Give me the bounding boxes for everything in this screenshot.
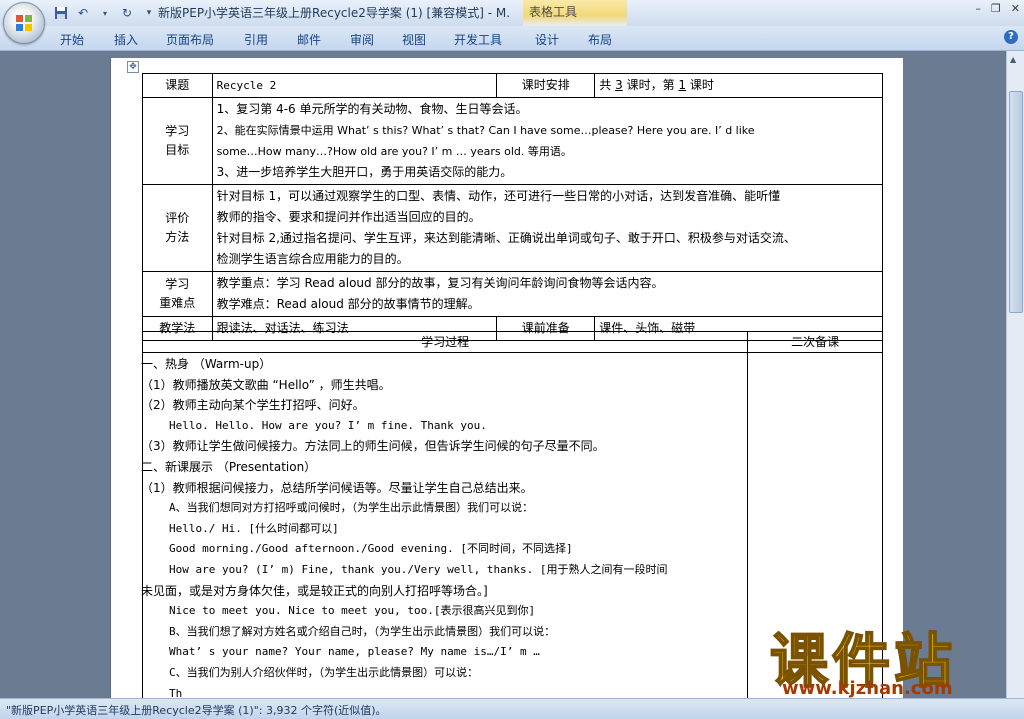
- minimize-button[interactable]: –: [975, 2, 981, 15]
- key-points-content[interactable]: 教学重点：学习 Read aloud 部分的故事，复习有关询问年龄询问食物等会话…: [211, 271, 884, 317]
- process-line: 二、新课展示 （Presentation）: [141, 459, 317, 474]
- process-line: How are you? (I’ m) Fine, thank you./Ver…: [169, 562, 668, 576]
- save-icon[interactable]: [52, 4, 70, 22]
- undo-icon[interactable]: ↶: [74, 4, 92, 22]
- title-bar: ↶ ▾ ↻ ▾ 新版PEP小学英语三年级上册Recycle2导学案 (1) [兼…: [0, 0, 1024, 27]
- process-line: Hello./ Hi. [什么时间都可以]: [169, 521, 339, 535]
- table-tools-context-tab: 表格工具: [523, 0, 627, 26]
- tab-developer[interactable]: 开发工具: [454, 31, 502, 48]
- process-line: Nice to meet you. Nice to meet you, too.…: [169, 604, 536, 618]
- process-line: Good morning./Good afternoon./Good eveni…: [169, 542, 573, 556]
- ribbon-tab-bar: 开始 插入 页面布局 引用 邮件 审阅 视图 开发工具 设计 布局 ?: [0, 26, 1024, 51]
- table-tools-label: 表格工具: [529, 5, 578, 19]
- status-text: "新版PEP小学英语三年级上册Recycle2导学案 (1)": 3,932 个…: [6, 704, 387, 717]
- tab-references[interactable]: 引用: [244, 31, 268, 48]
- goals-content[interactable]: 1、复习第 4-6 单元所学的有关动物、食物、生日等会话。 2、能在实际情景中运…: [211, 97, 884, 185]
- vertical-scrollbar[interactable]: ▲: [1006, 51, 1024, 698]
- evaluation-content[interactable]: 针对目标 1，可以通过观察学生的口型、表情、动作，还可进行一些日常的小对话，达到…: [211, 184, 884, 272]
- process-line: （1）教师根据问候接力，总结所学问候语等。尽量让学生自己总结出来。: [141, 480, 533, 495]
- process-line: B、当我们想了解对方姓名或介绍自己时，（为学生出示此情景图）我们可以说：: [169, 624, 556, 638]
- customize-qat-icon[interactable]: ▾: [140, 4, 158, 22]
- process-line: 未见面，或是对方身体欠佳，或是较正式的向别人打招呼等场合。]: [141, 583, 488, 598]
- topic-label: 课题: [142, 73, 213, 98]
- process-line: C、当我们为别人介绍伙伴时，（为学生出示此情景图）可以说：: [169, 665, 479, 679]
- tab-review[interactable]: 审阅: [350, 31, 374, 48]
- tab-insert[interactable]: 插入: [114, 31, 138, 48]
- close-button[interactable]: ✕: [1011, 2, 1020, 15]
- goals-label: 学习 目标: [142, 97, 213, 185]
- key-points-label: 学习 重难点: [142, 271, 213, 317]
- second-prep-header: 二次备课: [747, 331, 883, 353]
- restore-button[interactable]: ❐: [991, 2, 1001, 15]
- window-title: 新版PEP小学英语三年级上册Recycle2导学案 (1) [兼容模式] - M…: [158, 6, 511, 20]
- tab-page-layout[interactable]: 页面布局: [166, 31, 214, 48]
- topic-value[interactable]: Recycle 2: [211, 73, 498, 98]
- evaluation-label: 评价 方法: [142, 184, 213, 272]
- scroll-thumb[interactable]: [1009, 91, 1023, 313]
- tab-layout[interactable]: 布局: [588, 31, 612, 48]
- table-move-handle-icon[interactable]: ✥: [127, 61, 139, 73]
- redo-icon[interactable]: ↻: [118, 4, 136, 22]
- tab-mailings[interactable]: 邮件: [297, 31, 321, 48]
- process-line: Hello. Hello. How are you? I’ m fine. Th…: [169, 418, 487, 432]
- status-bar: "新版PEP小学英语三年级上册Recycle2导学案 (1)": 3,932 个…: [0, 698, 1024, 719]
- process-lines: 一、热身 （Warm-up） （1）教师播放英文歌曲 “Hello” ，师生共唱。…: [141, 354, 747, 704]
- dropdown-arrow-icon[interactable]: ▾: [96, 4, 114, 22]
- process-line: A、当我们想同对方打招呼或问候时，（为学生出示此情景图）我们可以说：: [169, 501, 534, 515]
- window-controls: – ❐ ✕: [975, 2, 1020, 15]
- schedule-value[interactable]: 共 3 课时，第 1 课时: [594, 73, 883, 98]
- office-button[interactable]: [3, 2, 45, 44]
- schedule-label: 课时安排: [496, 73, 596, 98]
- tab-view[interactable]: 视图: [402, 31, 426, 48]
- tab-home[interactable]: 开始: [60, 31, 84, 48]
- help-icon[interactable]: ?: [1004, 30, 1018, 44]
- office-logo-icon: [16, 15, 32, 31]
- process-line: （1）教师播放英文歌曲 “Hello” ，师生共唱。: [141, 377, 391, 392]
- process-header: 学习过程: [141, 331, 749, 353]
- scroll-up-arrow-icon[interactable]: ▲: [1010, 55, 1016, 64]
- header-table: 课题 Recycle 2 课时安排 共 3 课时，第 1 课时 学习 目标 1、复…: [142, 73, 884, 341]
- watermark-url: www.kjzhan.com: [782, 678, 953, 699]
- watermark: 课件站 www.kjzhan.com: [769, 614, 1006, 700]
- process-line: What’ s your name? Your name, please? My…: [169, 645, 540, 659]
- process-line: （3）教师让学生做问候接力。方法同上的师生问候，但告诉学生问候的句子尽量不同。: [141, 439, 605, 454]
- tab-design[interactable]: 设计: [535, 31, 559, 48]
- process-line: （2）教师主动向某个学生打招呼、问好。: [141, 398, 365, 413]
- quick-access-toolbar: ↶ ▾ ↻ ▾: [52, 3, 158, 23]
- process-line: 一、热身 （Warm-up）: [141, 357, 272, 371]
